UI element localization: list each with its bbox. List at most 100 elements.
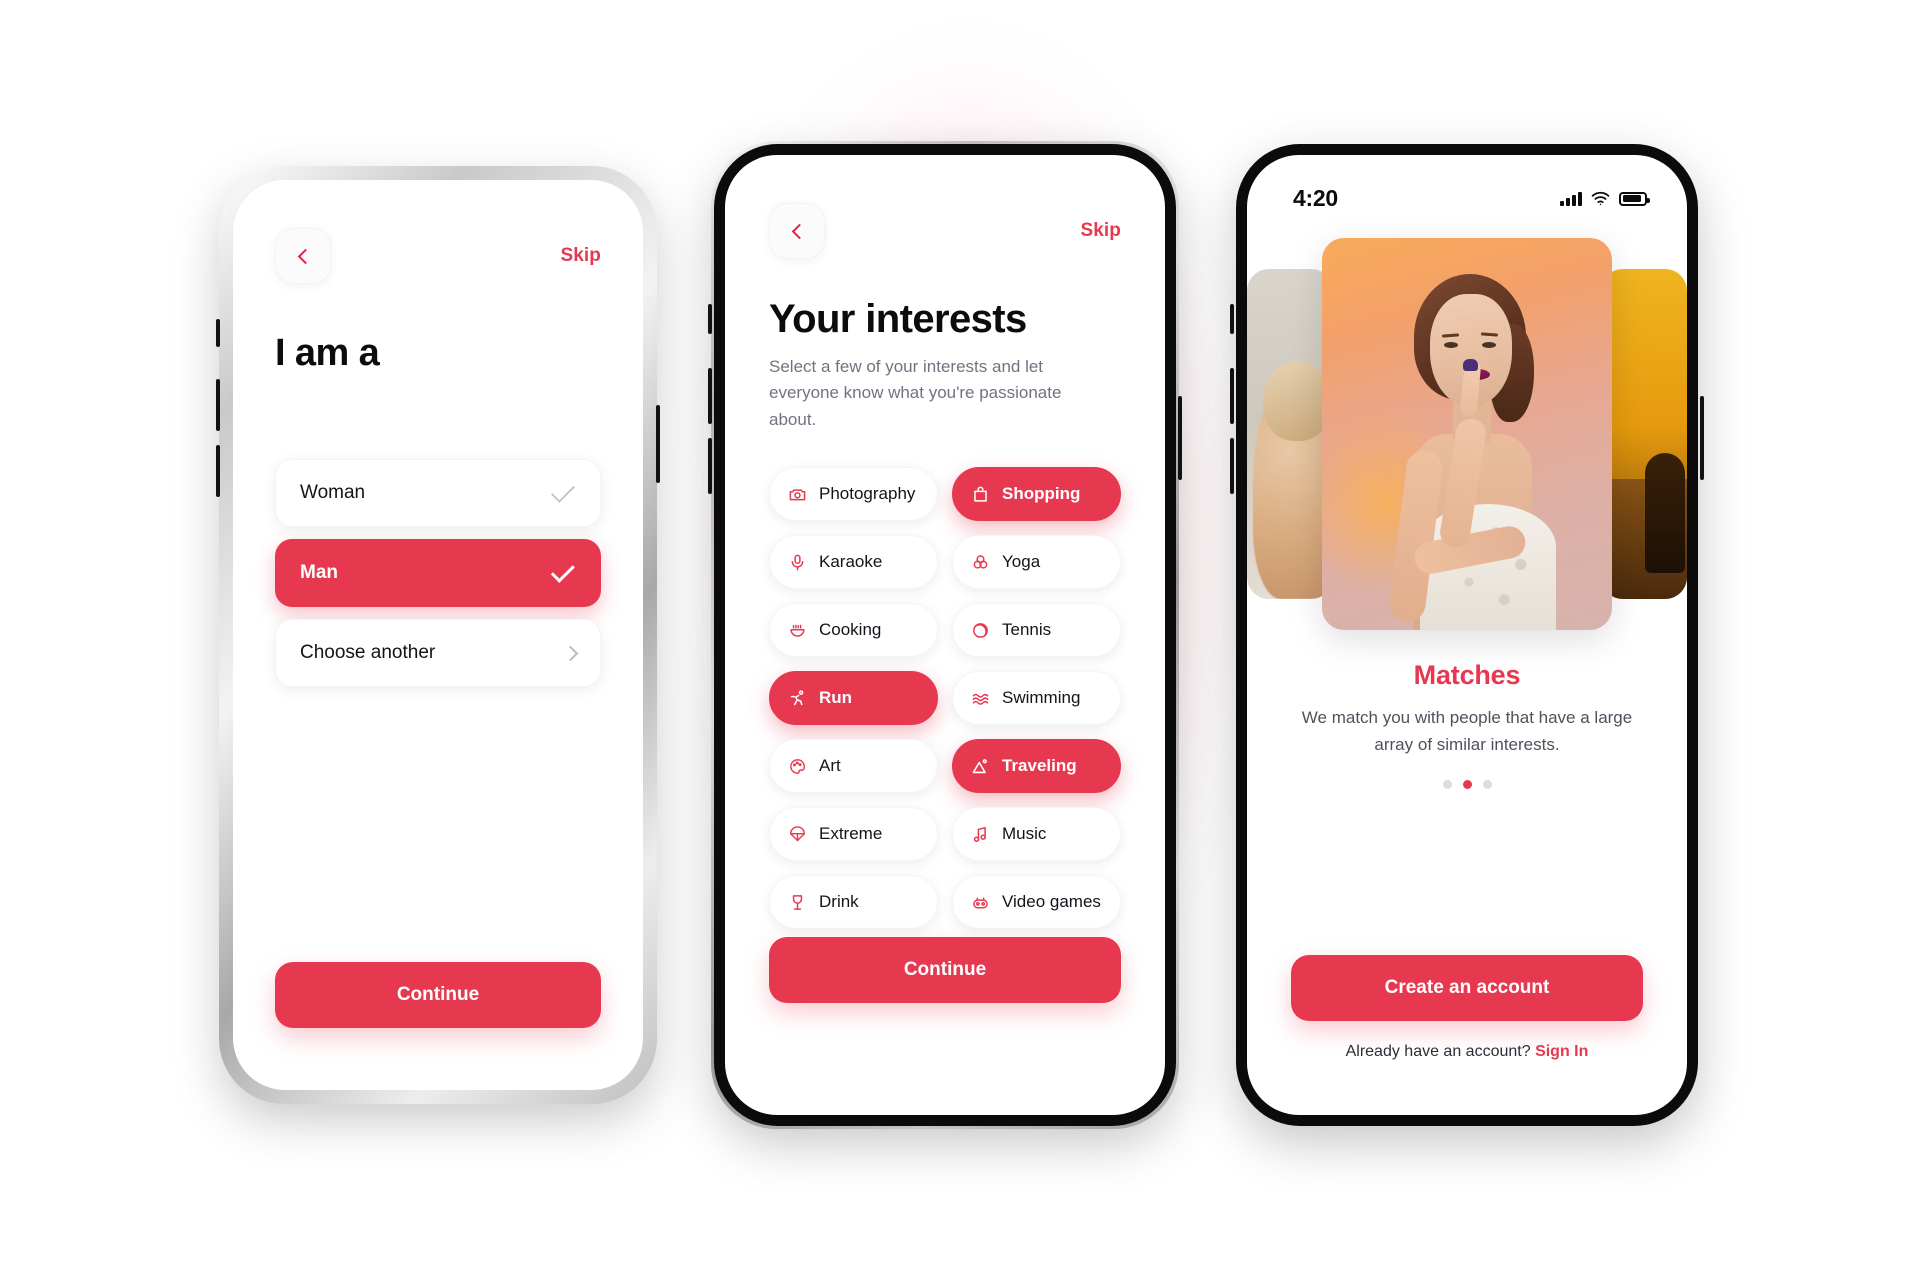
status-bar-icons — [1560, 191, 1650, 206]
waves-icon — [971, 689, 990, 708]
shopping-bag-icon — [971, 485, 990, 504]
interest-tag-label: Extreme — [819, 824, 883, 844]
phone1-content: Skip I am a Woman Man Choose another — [233, 180, 643, 687]
mountain-icon — [971, 757, 990, 776]
screenshot-canvas: Skip I am a Woman Man Choose another Con… — [0, 0, 1920, 1270]
sign-in-link[interactable]: Sign In — [1535, 1043, 1588, 1060]
phone2-volume-down-button[interactable] — [708, 438, 712, 494]
interest-tag-label: Video games — [1002, 892, 1101, 912]
interest-tag-yoga[interactable]: Yoga — [952, 535, 1121, 590]
phone3-mute-switch[interactable] — [1230, 304, 1234, 334]
interest-tag-run[interactable]: Run — [769, 671, 938, 726]
interest-tag-label: Cooking — [819, 620, 882, 640]
interest-tag-music[interactable]: Music — [952, 807, 1121, 862]
yoga-icon — [971, 553, 990, 572]
signal-bars-icon — [1560, 191, 1582, 206]
gender-option-woman[interactable]: Woman — [275, 459, 601, 527]
back-button[interactable] — [769, 203, 825, 259]
interest-tag-art[interactable]: Art — [769, 739, 938, 794]
carousel-pagination — [1247, 780, 1687, 790]
phone2-topbar: Skip — [769, 155, 1121, 259]
interest-tag-drink[interactable]: Drink — [769, 875, 938, 930]
check-icon — [550, 558, 575, 583]
phone1-mute-switch[interactable] — [216, 319, 220, 347]
interest-tag-label: Music — [1002, 824, 1047, 844]
phone-mockup-gender: Skip I am a Woman Man Choose another Con… — [216, 166, 660, 1104]
check-icon — [550, 478, 575, 503]
continue-button[interactable]: Continue — [769, 937, 1121, 1003]
phone-frame-3: 4:20 Matches We match you with people th… — [1230, 141, 1704, 1129]
interest-tag-label: Photography — [819, 484, 916, 504]
interest-tag-karaoke[interactable]: Karaoke — [769, 535, 938, 590]
model-nail — [1463, 359, 1478, 371]
sign-in-prompt: Already have an account? Sign In — [1247, 1043, 1687, 1061]
create-account-button[interactable]: Create an account — [1291, 955, 1643, 1021]
interest-tag-shopping[interactable]: Shopping — [952, 467, 1121, 522]
interest-tag-label: Art — [819, 756, 841, 776]
phone1-power-button[interactable] — [656, 405, 660, 483]
sign-in-prompt-text: Already have an account? — [1345, 1043, 1531, 1060]
chevron-left-icon — [297, 248, 313, 264]
phone-mockup-group: Skip I am a Woman Man Choose another Con… — [216, 141, 1704, 1129]
phone1-title-wrap: I am a — [275, 284, 601, 375]
gender-option-man[interactable]: Man — [275, 539, 601, 607]
palette-icon — [788, 757, 807, 776]
camera-icon — [788, 485, 807, 504]
phone2-volume-up-button[interactable] — [708, 368, 712, 424]
pagination-dot-1[interactable] — [1442, 780, 1452, 790]
microphone-icon — [788, 553, 807, 572]
wifi-icon — [1591, 191, 1610, 206]
continue-button[interactable]: Continue — [275, 962, 601, 1028]
interest-tag-photography[interactable]: Photography — [769, 467, 938, 522]
pagination-dot-3[interactable] — [1482, 780, 1492, 790]
game-robot-icon — [971, 893, 990, 912]
skip-link[interactable]: Skip — [560, 245, 601, 267]
interest-tag-grid: Photography Shopping Karaoke Yoga Cookin… — [769, 467, 1121, 930]
phone1-volume-down-button[interactable] — [216, 445, 220, 497]
interest-tag-tennis[interactable]: Tennis — [952, 603, 1121, 658]
carousel-next-photo-detail — [1645, 453, 1685, 573]
gender-option-choose-another[interactable]: Choose another — [275, 619, 601, 687]
interest-tag-extreme[interactable]: Extreme — [769, 807, 938, 862]
tennis-ball-icon — [971, 621, 990, 640]
interest-tag-label: Karaoke — [819, 552, 883, 572]
carousel-card-next[interactable] — [1601, 269, 1687, 599]
carousel-card-active[interactable] — [1322, 238, 1612, 630]
phone1-volume-up-button[interactable] — [216, 379, 220, 431]
phone1-screen: Skip I am a Woman Man Choose another Con… — [233, 180, 643, 1090]
phone3-power-button[interactable] — [1700, 396, 1704, 480]
phone3-volume-up-button[interactable] — [1230, 368, 1234, 424]
skip-link[interactable]: Skip — [1080, 220, 1121, 242]
pagination-dot-2[interactable] — [1462, 780, 1472, 790]
phone3-volume-down-button[interactable] — [1230, 438, 1234, 494]
phone3-footer: Create an account Already have an accoun… — [1247, 955, 1687, 1061]
back-button[interactable] — [275, 228, 331, 284]
model-eye-right — [1482, 342, 1496, 348]
interest-tag-traveling[interactable]: Traveling — [952, 739, 1121, 794]
interest-tag-swimming[interactable]: Swimming — [952, 671, 1121, 726]
interest-tag-label: Run — [819, 688, 853, 708]
interest-tag-cooking[interactable]: Cooking — [769, 603, 938, 658]
phone1-topbar: Skip — [275, 180, 601, 284]
phone-frame-1: Skip I am a Woman Man Choose another Con… — [216, 166, 660, 1104]
battery-icon — [1619, 191, 1650, 206]
status-bar-clock: 4:20 — [1293, 185, 1338, 211]
running-icon — [788, 689, 807, 708]
gender-option-list: Woman Man Choose another — [275, 459, 601, 687]
phone2-screen: Skip Your interests Select a few of your… — [725, 155, 1165, 1115]
carousel-card-previous[interactable] — [1247, 269, 1333, 599]
page-title: I am a — [275, 332, 380, 374]
matches-subtitle: We match you with people that have a lar… — [1301, 708, 1633, 755]
photo-carousel[interactable] — [1247, 238, 1687, 630]
interest-tag-label: Tennis — [1002, 620, 1052, 640]
interest-tag-label: Shopping — [1002, 484, 1081, 504]
wine-glass-icon — [788, 893, 807, 912]
phone2-mute-switch[interactable] — [708, 304, 712, 334]
parachute-icon — [788, 825, 807, 844]
interest-tag-video-games[interactable]: Video games — [952, 875, 1121, 930]
interest-tag-label: Swimming — [1002, 688, 1081, 708]
gender-option-label: Man — [300, 562, 338, 583]
phone-mockup-interests: Skip Your interests Select a few of your… — [708, 141, 1182, 1129]
carousel-previous-photo-detail — [1263, 361, 1331, 441]
phone2-power-button[interactable] — [1178, 396, 1182, 480]
